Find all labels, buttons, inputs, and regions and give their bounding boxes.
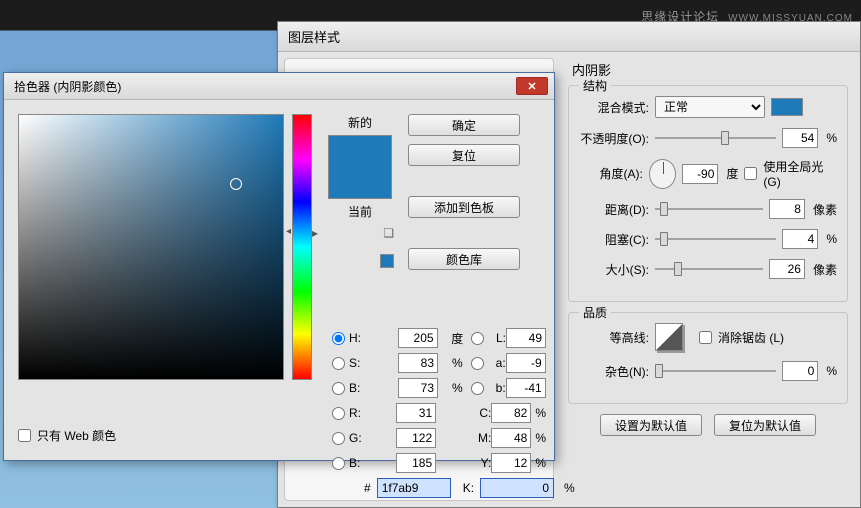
g-radio[interactable]: [332, 432, 345, 445]
h-label: H:: [349, 331, 361, 345]
new-label: 新的: [348, 114, 372, 131]
blend-mode-select[interactable]: 正常: [655, 96, 765, 118]
cancel-button[interactable]: 复位: [408, 144, 520, 166]
distance-input[interactable]: [769, 199, 805, 219]
size-input[interactable]: [769, 259, 805, 279]
l-radio[interactable]: [471, 332, 484, 345]
b2-radio[interactable]: [471, 382, 484, 395]
add-swatch-button[interactable]: 添加到色板: [408, 196, 520, 218]
opacity-slider[interactable]: [655, 129, 776, 147]
web-only-checkbox[interactable]: [18, 429, 31, 442]
g-input[interactable]: [396, 428, 436, 448]
set-default-button[interactable]: 设置为默认值: [600, 414, 702, 436]
size-slider[interactable]: [655, 260, 763, 278]
color-picker-titlebar[interactable]: 拾色器 (内阴影颜色) ✕: [4, 73, 554, 100]
quality-group: 品质 等高线: 消除锯齿 (L) 杂色(N): %: [568, 312, 848, 404]
color-picker-title: 拾色器 (内阴影颜色): [14, 78, 121, 95]
distance-slider[interactable]: [655, 200, 763, 218]
noise-unit: %: [826, 364, 837, 378]
hue-slider[interactable]: ◂▸: [292, 114, 312, 380]
a-label: a:: [484, 356, 506, 370]
structure-group: 结构 混合模式: 正常 不透明度(O): % 角度(A):: [568, 85, 848, 302]
layer-style-title[interactable]: 图层样式: [278, 22, 860, 52]
s-input[interactable]: [398, 353, 438, 373]
b2-input[interactable]: [506, 378, 546, 398]
choke-input[interactable]: [782, 229, 818, 249]
color-values-grid: H: 度 L: S: % a: B: % b: R: C: %: [332, 328, 546, 498]
distance-unit: 像素: [813, 201, 837, 218]
global-light-checkbox[interactable]: [744, 167, 757, 180]
c-label: C:: [470, 406, 491, 420]
blend-color-swatch[interactable]: [771, 98, 803, 116]
choke-unit: %: [826, 232, 837, 246]
global-light-label: 使用全局光 (G): [763, 158, 837, 189]
blend-mode-label: 混合模式:: [579, 99, 649, 116]
bb-label: B:: [349, 456, 360, 470]
k-label: K:: [463, 481, 474, 495]
contour-label: 等高线:: [579, 329, 649, 346]
r-label: R:: [349, 406, 361, 420]
distance-label: 距离(D):: [579, 201, 649, 218]
hash-label: #: [364, 481, 371, 495]
h-radio[interactable]: [332, 332, 345, 345]
new-color-swatch[interactable]: [329, 136, 391, 167]
noise-input[interactable]: [782, 361, 818, 381]
r-radio[interactable]: [332, 407, 345, 420]
a-radio[interactable]: [471, 357, 484, 370]
l-input[interactable]: [506, 328, 546, 348]
y-label: Y:: [470, 456, 491, 470]
a-input[interactable]: [506, 353, 546, 373]
choke-slider[interactable]: [655, 230, 776, 248]
angle-label: 角度(A):: [579, 165, 643, 182]
cube-icon[interactable]: ❏: [383, 226, 394, 240]
r-input[interactable]: [396, 403, 436, 423]
y-input[interactable]: [491, 453, 531, 473]
opacity-unit: %: [826, 131, 837, 145]
saturation-value-field[interactable]: [18, 114, 284, 380]
size-unit: 像素: [813, 261, 837, 278]
color-library-button[interactable]: 颜色库: [408, 248, 520, 270]
g-label: G:: [349, 431, 362, 445]
color-preview: [328, 135, 392, 199]
noise-slider[interactable]: [655, 362, 776, 380]
opacity-input[interactable]: [782, 128, 818, 148]
l-label: L:: [484, 331, 506, 345]
safe-color-swatch[interactable]: [380, 254, 394, 268]
current-label: 当前: [348, 203, 372, 220]
m-label: M:: [470, 431, 491, 445]
section-title: 内阴影: [572, 60, 848, 79]
quality-group-title: 品质: [579, 304, 611, 321]
noise-label: 杂色(N):: [579, 363, 649, 380]
m-input[interactable]: [491, 428, 531, 448]
web-only-label: 只有 Web 颜色: [37, 427, 116, 444]
angle-input[interactable]: [682, 164, 718, 184]
b-label: B:: [349, 381, 360, 395]
bb-radio[interactable]: [332, 457, 345, 470]
b2-label: b:: [484, 381, 506, 395]
s-label: S:: [349, 356, 360, 370]
opacity-label: 不透明度(O):: [579, 130, 649, 147]
hex-input[interactable]: [377, 478, 451, 498]
angle-dial[interactable]: [649, 159, 677, 189]
angle-unit: 度: [726, 165, 738, 182]
k-input[interactable]: [480, 478, 554, 498]
ok-button[interactable]: 确定: [408, 114, 520, 136]
h-input[interactable]: [398, 328, 438, 348]
c-input[interactable]: [491, 403, 531, 423]
antialias-label: 消除锯齿 (L): [718, 329, 784, 346]
structure-group-title: 结构: [579, 77, 611, 94]
bb-input[interactable]: [396, 453, 436, 473]
reset-default-button[interactable]: 复位为默认值: [714, 414, 816, 436]
close-icon[interactable]: ✕: [516, 77, 548, 95]
antialias-checkbox[interactable]: [699, 331, 712, 344]
choke-label: 阻塞(C):: [579, 231, 649, 248]
b-radio[interactable]: [332, 382, 345, 395]
b-input[interactable]: [398, 378, 438, 398]
contour-picker[interactable]: [655, 323, 683, 351]
color-picker-window: 拾色器 (内阴影颜色) ✕ ◂▸ 新的 当前 ❏ 确定 复位: [3, 72, 555, 461]
current-color-swatch[interactable]: [329, 167, 391, 198]
s-radio[interactable]: [332, 357, 345, 370]
size-label: 大小(S):: [579, 261, 649, 278]
